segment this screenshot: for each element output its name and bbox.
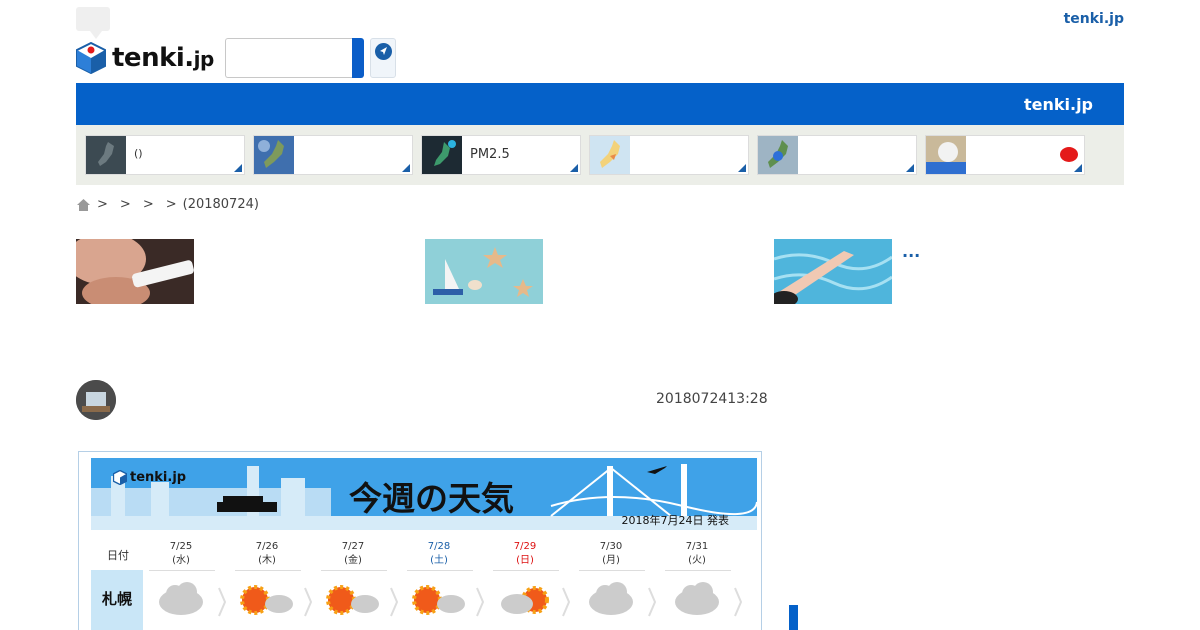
- seashell-photo: [425, 239, 543, 304]
- japan-flag-icon: [1060, 147, 1078, 162]
- sun-cloud-icon: [319, 570, 399, 630]
- corner-arrow-icon: [234, 164, 242, 172]
- map-tile-label: (): [134, 147, 143, 160]
- forecast-day: 7/28 (土): [427, 541, 451, 566]
- breadcrumb-separator: >: [97, 197, 108, 212]
- breadcrumb-separator: >: [165, 197, 177, 212]
- forecast-logo: tenki.jp: [113, 470, 186, 485]
- corner-arrow-icon: [570, 164, 578, 172]
- breadcrumb-separator: >: [142, 197, 154, 212]
- map-tile-3[interactable]: PM2.5: [421, 135, 581, 175]
- search-button[interactable]: [352, 38, 364, 78]
- forecast-day: 7/26 (木): [255, 541, 279, 566]
- map-tile-label: PM2.5: [470, 147, 510, 162]
- author-photo: [76, 380, 116, 420]
- current-location-button[interactable]: [370, 38, 396, 78]
- map-tile-4[interactable]: [589, 135, 749, 175]
- corner-arrow-icon: [1074, 164, 1082, 172]
- forecast-title: 今週の天気: [349, 479, 514, 518]
- corner-arrow-icon: [402, 164, 410, 172]
- search-area: [225, 38, 364, 78]
- beach-thumbnail: [926, 136, 966, 174]
- pool-photo: [774, 239, 892, 304]
- sun-cloud-icon: [233, 570, 313, 630]
- satellite-map-thumbnail: [254, 136, 294, 174]
- logo-text: tenki.jp: [112, 43, 214, 73]
- location-arrow-icon: [375, 43, 392, 60]
- map-tile-1[interactable]: (): [85, 135, 245, 175]
- breadcrumb: > > > > (20180724): [76, 197, 259, 212]
- cloud-sun-icon: [491, 570, 571, 630]
- forecast-day: 7/25 (水): [169, 541, 193, 566]
- cosmetic-photo: [76, 239, 194, 304]
- map-strip: () PM2.5: [76, 125, 1124, 185]
- sun-cloud-icon: [405, 570, 485, 630]
- forecast-day: 7/30 (月): [599, 541, 623, 566]
- cube-logo-icon: [113, 470, 127, 485]
- forecast-day: 7/31 (火): [685, 541, 709, 566]
- site-logo[interactable]: tenki.jp: [76, 42, 214, 74]
- weekly-forecast-image: tenki.jp 今週の天気 2018年7月24日 発表 日付 7/25 (水) …: [78, 451, 762, 630]
- forecast-day: 7/29 (日): [513, 541, 537, 566]
- top-site-link[interactable]: tenki.jp: [1064, 11, 1124, 27]
- article-thumbnail-1[interactable]: [76, 239, 194, 304]
- home-icon[interactable]: [76, 198, 91, 212]
- dark-map-thumbnail: [86, 136, 126, 174]
- map-tile-6[interactable]: [925, 135, 1085, 175]
- cube-logo-icon: [76, 42, 106, 74]
- forecast-banner: tenki.jp 今週の天気 2018年7月24日 発表: [91, 458, 757, 530]
- forecast-issued: 2018年7月24日 発表: [621, 514, 730, 527]
- main-nav-bar: tenki.jp: [76, 83, 1124, 125]
- corner-arrow-icon: [738, 164, 746, 172]
- cloud-icon: [577, 570, 657, 630]
- city-label: 札幌: [91, 570, 143, 630]
- date-header: 日付: [107, 549, 129, 562]
- cloud-icon: [663, 570, 743, 630]
- speech-bubble-icon[interactable]: [76, 7, 110, 39]
- article-thumbnail-2[interactable]: [425, 239, 543, 304]
- author-avatar[interactable]: [76, 380, 116, 420]
- search-input[interactable]: [225, 38, 353, 78]
- map-tile-2[interactable]: [253, 135, 413, 175]
- breadcrumb-current: (20180724): [182, 197, 259, 212]
- nav-bar-title[interactable]: tenki.jp: [1024, 95, 1093, 114]
- post-timestamp: 2018072413:28: [656, 391, 768, 407]
- japan-map-thumbnail: [590, 136, 630, 174]
- radar-map-thumbnail: [758, 136, 798, 174]
- map-tile-5[interactable]: [757, 135, 917, 175]
- pm25-map-thumbnail: [422, 136, 462, 174]
- sidebar-accent-bar: [789, 605, 798, 630]
- article-thumbnail-3[interactable]: [774, 239, 892, 304]
- cloud-icon: [147, 570, 227, 630]
- forecast-day: 7/27 (金): [341, 541, 365, 566]
- breadcrumb-separator: >: [119, 197, 131, 212]
- more-link[interactable]: ...: [902, 242, 920, 261]
- corner-arrow-icon: [906, 164, 914, 172]
